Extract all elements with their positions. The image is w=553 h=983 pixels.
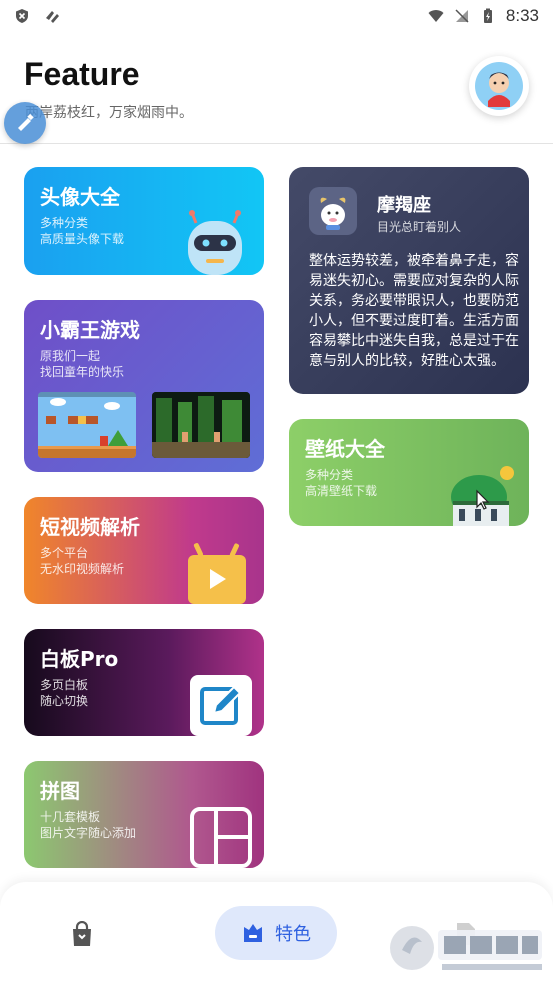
horoscope-sign: 摩羯座 xyxy=(377,195,431,216)
robot-icon xyxy=(188,210,242,275)
watermark-logo xyxy=(390,926,542,970)
card-avatar[interactable]: 头像大全 多种分类 高质量头像下载 xyxy=(24,167,264,275)
card-game-title: 小霸王游戏 xyxy=(40,318,140,342)
horoscope-tagline: 目光总盯着别人 xyxy=(377,220,462,234)
card-video-title: 短视频解析 xyxy=(40,515,140,539)
card-video-desc2: 无水印视频解析 xyxy=(40,562,125,576)
edit-icon xyxy=(190,675,252,736)
no-signal-icon xyxy=(455,9,469,23)
page-header: Feature 两岸荔枝红，万家烟雨中。 xyxy=(0,32,553,144)
card-wallpaper-title: 壁纸大全 xyxy=(305,437,385,461)
card-game[interactable]: 小霸王游戏 原我们一起 找回童年的快乐 xyxy=(24,300,264,472)
card-wallpaper[interactable]: 壁纸大全 多种分类 高清壁纸下载 xyxy=(289,419,529,526)
avatar-image-icon xyxy=(475,62,523,110)
card-puzzle[interactable]: 拼图 十几套模板 图片文字随心添加 xyxy=(24,761,264,868)
floating-assist-button[interactable] xyxy=(4,102,46,144)
card-wallpaper-desc: 多种分类 xyxy=(305,468,354,482)
nav-tab-shop[interactable] xyxy=(66,918,98,950)
shield-icon xyxy=(16,9,28,23)
layout-icon xyxy=(190,807,252,868)
card-whiteboard[interactable]: 白板Pro 多页白板 随心切换 xyxy=(24,629,264,736)
game-screenshot-contra xyxy=(152,392,250,458)
app-logo-icon xyxy=(46,11,59,23)
page-title: Feature xyxy=(24,56,140,92)
card-wallpaper-desc2: 高清壁纸下载 xyxy=(305,484,378,498)
shopping-bag-icon xyxy=(73,921,91,946)
card-game-desc2: 找回童年的快乐 xyxy=(40,365,125,379)
card-puzzle-title: 拼图 xyxy=(40,779,80,803)
nav-tab-feature[interactable]: 特色 xyxy=(215,906,337,960)
capricorn-icon xyxy=(309,187,357,235)
card-video-desc: 多个平台 xyxy=(40,546,89,560)
briefcase-icon xyxy=(244,924,262,942)
card-puzzle-desc: 十几套模板 xyxy=(40,810,101,824)
page-subtitle: 两岸荔枝红，万家烟雨中。 xyxy=(25,105,193,121)
nav-tab-feature-label: 特色 xyxy=(275,924,311,945)
status-bar: 8:33 xyxy=(0,0,553,32)
wifi-icon xyxy=(428,10,444,22)
card-game-desc: 原我们一起 xyxy=(40,349,101,363)
horoscope-text: 整体运势较差，被牵着鼻子走，容易迷失初心。需要应对复杂的人际关系，务必要带眼识人… xyxy=(309,253,519,369)
card-avatar-title: 头像大全 xyxy=(40,185,120,209)
status-time: 8:33 xyxy=(505,6,539,25)
avatar[interactable] xyxy=(469,56,529,116)
card-puzzle-desc2: 图片文字随心添加 xyxy=(40,826,137,840)
card-whiteboard-desc2: 随心切换 xyxy=(40,694,89,708)
card-whiteboard-desc: 多页白板 xyxy=(40,678,89,692)
card-avatar-desc: 多种分类 xyxy=(40,216,89,230)
card-avatar-desc2: 高质量头像下载 xyxy=(40,232,125,246)
battery-icon xyxy=(483,8,492,23)
card-horoscope[interactable]: 摩羯座 目光总盯着别人 整体运势较差，被牵着鼻子走，容易迷失初心。需要应对复杂的… xyxy=(289,167,529,394)
brush-icon xyxy=(18,113,34,131)
card-whiteboard-title: 白板Pro xyxy=(40,647,119,671)
game-screenshot-mario xyxy=(38,392,136,458)
landscape-icon xyxy=(451,466,514,526)
card-video[interactable]: 短视频解析 多个平台 无水印视频解析 xyxy=(24,497,264,604)
play-icon xyxy=(188,543,246,604)
